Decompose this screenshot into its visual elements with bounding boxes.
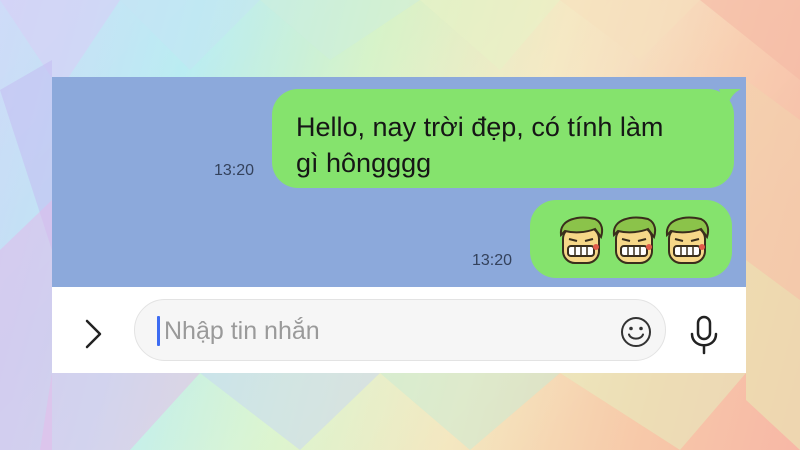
smiley-icon[interactable] [619,315,653,349]
message-input-bar: Nhập tin nhắn [52,287,746,373]
grinning-face-sticker-icon [665,216,710,264]
text-caret [157,316,160,346]
message-input-placeholder: Nhập tin nhắn [164,317,320,345]
chat-window: Hello, nay trời đẹp, có tính làm gì hông… [52,77,746,373]
bubble-tail [719,89,741,109]
message-text-line: Hello, nay trời đẹp, có tính làm [296,112,664,142]
message-list: Hello, nay trời đẹp, có tính làm gì hông… [52,77,746,287]
message-input[interactable]: Nhập tin nhắn [134,299,666,361]
grinning-face-sticker-icon [612,216,657,264]
grinning-face-sticker-icon [559,216,604,264]
microphone-icon[interactable] [689,315,719,355]
message-text-line: gì hôngggg [296,148,432,178]
chevron-right-icon[interactable] [80,317,106,351]
message-timestamp: 13:20 [472,252,513,269]
message-timestamp: 13:20 [214,162,255,179]
outgoing-message-bubble[interactable]: Hello, nay trời đẹp, có tính làm gì hông… [272,89,734,188]
